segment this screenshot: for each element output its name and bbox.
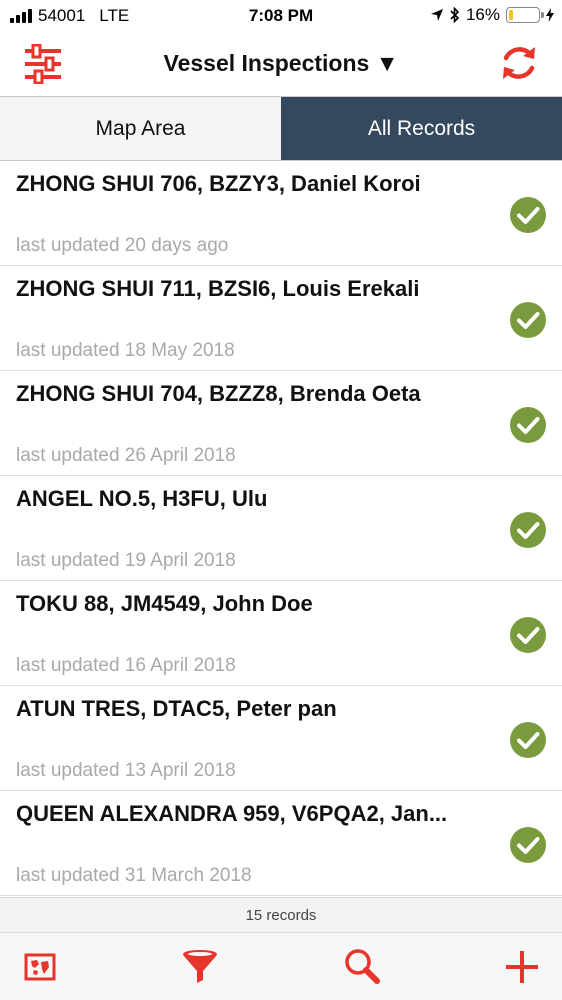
filter-button[interactable] (180, 947, 220, 987)
check-icon (510, 827, 546, 863)
battery-percent: 16% (465, 5, 500, 24)
list-item[interactable]: ATUN TRES, DTAC5, Peter pan last updated … (0, 686, 562, 791)
check-icon (510, 722, 546, 758)
list-item[interactable]: ZHONG SHUI 711, BZSI6, Louis Erekali last… (0, 266, 562, 371)
segmented-tabs: Map Area All Records (0, 96, 562, 161)
check-icon (510, 617, 546, 653)
check-icon (510, 512, 546, 548)
status-right: 16% (430, 5, 554, 25)
list-item[interactable]: ZHONG SHUI 704, BZZZ8, Brenda Oeta last u… (0, 371, 562, 476)
record-updated: last updated 19 April 2018 (16, 550, 236, 571)
record-updated: last updated 20 days ago (16, 235, 229, 256)
records-count: 15 records (0, 897, 562, 933)
refresh-icon (503, 47, 535, 79)
location-arrow-icon (430, 9, 443, 21)
record-title: QUEEN ALEXANDRA 959, V6PQA2, Jan... (16, 801, 448, 826)
navigation-bar: Vessel Inspections ▼ (0, 32, 562, 96)
record-updated: last updated 16 April 2018 (16, 655, 236, 676)
search-icon (345, 949, 380, 984)
check-icon (510, 407, 546, 443)
record-updated: last updated 26 April 2018 (16, 445, 236, 466)
tab-map-area[interactable]: Map Area (0, 97, 281, 160)
record-updated: last updated 31 March 2018 (16, 865, 252, 886)
record-title: ANGEL NO.5, H3FU, Ulu (16, 486, 268, 511)
add-record-button[interactable] (502, 947, 542, 987)
record-title: TOKU 88, JM4549, John Doe (16, 591, 313, 616)
plus-icon (506, 951, 538, 983)
check-icon (510, 302, 546, 338)
bluetooth-icon (450, 7, 460, 23)
bottom-toolbar (0, 933, 562, 1000)
battery-icon (506, 7, 544, 23)
map-icon (24, 953, 56, 981)
tab-all-records[interactable]: All Records (281, 97, 562, 160)
record-title: ZHONG SHUI 706, BZZY3, Daniel Koroi (16, 171, 421, 196)
search-button[interactable] (342, 947, 382, 987)
check-icon (510, 197, 546, 233)
page-title-dropdown[interactable]: Vessel Inspections ▼ (0, 50, 562, 77)
records-list: ZHONG SHUI 706, BZZY3, Daniel Koroi last … (0, 161, 562, 896)
record-updated: last updated 18 May 2018 (16, 340, 235, 361)
funnel-icon (183, 950, 217, 983)
charging-bolt-icon (546, 8, 554, 22)
record-title: ZHONG SHUI 711, BZSI6, Louis Erekali (16, 276, 420, 301)
map-button[interactable] (20, 947, 60, 987)
list-item[interactable]: TOKU 88, JM4549, John Doe last updated 16… (0, 581, 562, 686)
battery-fill (509, 10, 514, 20)
record-title: ATUN TRES, DTAC5, Peter pan (16, 696, 337, 721)
list-item[interactable]: QUEEN ALEXANDRA 959, V6PQA2, Jan... last … (0, 791, 562, 896)
status-bar: 54001 LTE 7:08 PM 16% (0, 0, 562, 32)
record-updated: last updated 13 April 2018 (16, 760, 236, 781)
list-item[interactable]: ANGEL NO.5, H3FU, Ulu last updated 19 Apr… (0, 476, 562, 581)
record-title: ZHONG SHUI 704, BZZZ8, Brenda Oeta (16, 381, 421, 406)
refresh-button[interactable] (498, 42, 540, 84)
list-item[interactable]: ZHONG SHUI 706, BZZY3, Daniel Koroi last … (0, 161, 562, 266)
